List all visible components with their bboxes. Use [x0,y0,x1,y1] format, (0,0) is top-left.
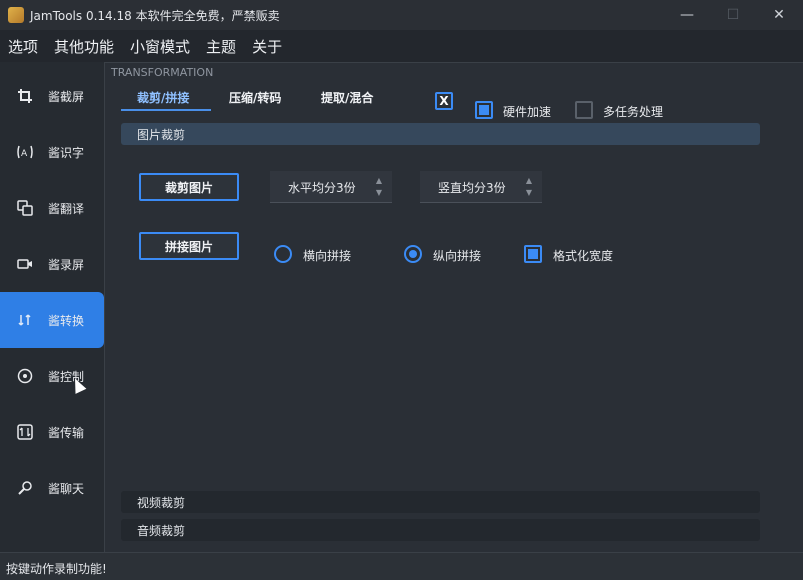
sidebar-item-label: 酱翻译 [48,201,85,216]
menu-about[interactable]: 关于 [252,36,282,57]
vertical-split-spinbox[interactable]: 竖直均分3份 ▲ ▼ [420,171,542,203]
vertical-split-value: 竖直均分3份 [438,181,506,195]
sidebar-item-record[interactable]: 酱录屏 [0,236,104,292]
crop-icon [16,87,34,105]
sidebar-item-label: 酱截屏 [48,89,85,104]
spin-arrows-icon[interactable]: ▲ ▼ [374,175,384,199]
sidebar-item-label: 酱转换 [48,313,85,328]
multitask-label: 多任务处理 [603,105,664,119]
horizontal-split-spinbox[interactable]: 水平均分3份 ▲ ▼ [270,171,392,203]
sidebar-item-translate[interactable]: 酱翻译 [0,180,104,236]
status-text: 按键动作录制功能! [6,562,107,576]
tab-extract-mix[interactable]: 提取/混合 [321,89,373,106]
menu-bar: 选项 其他功能 小窗模式 主题 关于 [0,30,803,62]
minimize-button[interactable]: — [664,0,710,30]
maximize-icon: ☐ [726,7,740,23]
record-icon [16,255,34,273]
transform-icon [16,311,34,329]
tab-crop-stitch[interactable]: 裁剪/拼接 [137,89,189,106]
horizontal-stitch-label: 横向拼接 [303,249,352,263]
close-option-toggle[interactable]: X [435,92,453,110]
menu-theme[interactable]: 主题 [206,36,236,57]
title-bar: JamTools 0.14.18 本软件完全免费，严禁贩卖 — ☐ ✕ [0,0,803,30]
chat-icon [16,479,34,497]
stitch-image-button[interactable]: 拼接图片 [139,232,239,260]
sidebar-item-screenshot[interactable]: 酱截屏 [0,68,104,124]
sidebar-item-ocr[interactable]: A 酱识字 [0,124,104,180]
menu-options[interactable]: 选项 [8,36,38,57]
close-button[interactable]: ✕ [756,0,802,30]
hardware-accel-checkbox[interactable] [475,101,493,119]
multitask-checkbox[interactable] [575,101,593,119]
horizontal-stitch-radio[interactable] [274,245,292,263]
format-width-checkbox[interactable] [524,245,542,263]
menu-other-functions[interactable]: 其他功能 [54,36,114,57]
svg-text:A: A [21,149,28,159]
video-crop-header[interactable]: 视频裁剪 [121,491,760,513]
ocr-icon: A [16,143,34,161]
vertical-stitch-radio[interactable] [404,245,422,263]
format-width-label: 格式化宽度 [553,249,614,263]
sidebar-item-label: 酱录屏 [48,257,85,272]
active-tab-indicator [121,109,211,111]
spin-arrows-icon[interactable]: ▲ ▼ [524,175,534,199]
sidebar-item-label: 酱聊天 [48,481,85,496]
transfer-icon [16,423,34,441]
control-icon [16,367,34,385]
maximize-button[interactable]: ☐ [710,0,756,30]
sidebar-item-transfer[interactable]: 酱传输 [0,404,104,460]
close-icon: ✕ [773,7,785,23]
tab-compress-transcode[interactable]: 压缩/转码 [229,89,281,106]
sidebar-item-label: 酱传输 [48,425,85,440]
sidebar-item-chat[interactable]: 酱聊天 [0,460,104,516]
transformation-panel: TRANSFORMATION 裁剪/拼接 压缩/转码 提取/混合 X 硬件加速 … [104,62,803,552]
sidebar: 酱截屏 A 酱识字 酱翻译 酱录屏 酱转换 酱控制 酱传输 酱聊天 [0,62,104,552]
audio-crop-header[interactable]: 音频裁剪 [121,519,760,541]
window-title: JamTools 0.14.18 本软件完全免费，严禁贩卖 [30,9,280,23]
app-logo-icon [8,7,24,23]
horizontal-split-value: 水平均分3份 [288,181,356,195]
minimize-icon: — [680,7,694,23]
sidebar-item-label: 酱识字 [48,145,85,160]
crop-image-button[interactable]: 裁剪图片 [139,173,239,201]
vertical-stitch-label: 纵向拼接 [433,249,482,263]
sidebar-item-transform[interactable]: 酱转换 [0,292,104,348]
section-title: TRANSFORMATION [111,66,214,79]
sidebar-item-control[interactable]: 酱控制 [0,348,104,404]
translate-icon [16,199,34,217]
status-bar: 按键动作录制功能! [0,552,803,580]
image-crop-header[interactable]: 图片裁剪 [121,123,760,145]
menu-mini-mode[interactable]: 小窗模式 [130,36,190,57]
hardware-accel-label: 硬件加速 [503,105,552,119]
